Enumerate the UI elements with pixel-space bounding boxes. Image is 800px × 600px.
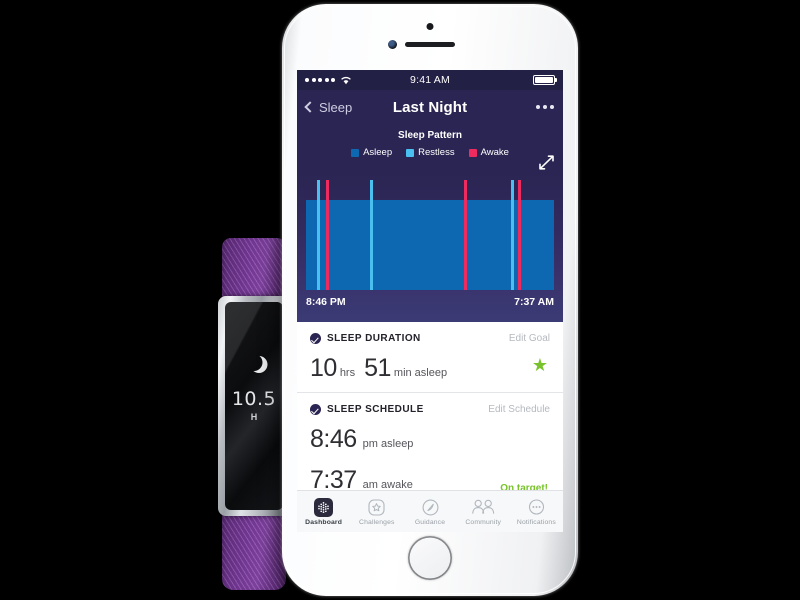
proximity-sensor-icon [426,23,434,30]
legend-swatch-asleep [351,148,360,157]
moon-icon [246,354,263,371]
tab-challenges-label: Challenges [359,519,395,526]
legend-item-awake: Awake [468,147,509,158]
home-button[interactable] [408,536,452,580]
front-camera-icon [388,40,397,49]
nav-bar: Sleep Last Night [297,90,563,124]
check-circle-icon [310,404,321,415]
check-circle-icon [310,333,321,344]
sleep-schedule-title: SLEEP SCHEDULE [327,404,424,415]
sleep-duration-minutes-unit: min asleep [393,367,448,379]
sleep-duration-hours-unit: hrs [339,367,356,379]
chart-legend: Asleep Restless Awake [297,147,563,158]
battery-full-icon [533,75,555,85]
tab-guidance-label: Guidance [414,519,446,526]
chart-plot-area[interactable] [305,180,555,290]
tab-dashboard[interactable]: Dashboard [297,497,350,526]
phone-screen: 9:41 AM Sleep Last Night Sleep Pattern A… [297,70,563,532]
sleep-duration-hours: 10 [310,354,337,382]
chart-bar-awake-0 [326,180,330,290]
tab-challenges[interactable]: Challenges [350,497,403,526]
chart-axis-labels: 8:46 PM 7:37 AM [306,296,554,308]
status-bar: 9:41 AM [297,70,563,90]
chat-bubble-icon [510,497,563,517]
sleep-schedule-title-group: SLEEP SCHEDULE [310,404,424,415]
expand-diagonal-icon[interactable] [538,154,555,171]
people-icon [457,497,510,517]
tab-community[interactable]: Community [457,497,510,526]
tracker-display[interactable]: 10.5 H [225,302,283,510]
page-title: Last Night [392,98,468,116]
sleep-duration-card: SLEEP DURATION Edit Goal 10 hrs 51 min a… [297,322,563,393]
chart-start-time: 8:46 PM [306,296,346,308]
legend-swatch-restless [406,148,415,157]
more-dots-icon[interactable] [536,105,554,109]
tracker-sleep-value: 10.5 [231,388,277,410]
chart-bar-restless-0 [317,180,320,290]
chart-bar-awake-1 [463,180,467,290]
compass-leaf-icon [403,497,456,517]
chart-bar-awake-2 [517,180,521,290]
tracker-sleep-unit: H [250,412,258,422]
edit-goal-button[interactable]: Edit Goal [509,333,550,344]
chart-end-time: 7:37 AM [514,296,554,308]
tab-bar: Dashboard Challenges Guidance Community … [297,490,563,532]
screenshot-root: 10.5 H 9:41 AM Sleep Last Night Sleep Pa… [0,0,800,600]
sleep-schedule-header: SLEEP SCHEDULE Edit Schedule [310,404,550,415]
chart-title: Sleep Pattern [398,130,462,141]
star-badge-icon [350,497,403,517]
tab-guidance[interactable]: Guidance [403,497,456,526]
tracker-body: 10.5 H [218,296,290,516]
bedtime-value: 8:46 [310,425,357,453]
sleep-duration-title: SLEEP DURATION [327,333,421,344]
tab-notifications-label-community: Community [465,519,502,526]
legend-item-asleep: Asleep [351,147,392,158]
legend-item-restless: Restless [406,147,455,158]
tab-notifications-label: Notifications [516,519,556,526]
sleep-duration-header: SLEEP DURATION Edit Goal [310,333,550,344]
edit-schedule-button[interactable]: Edit Schedule [488,404,550,415]
legend-swatch-awake [468,148,477,157]
legend-label-restless: Restless [418,147,455,158]
sleep-duration-value-row: 10 hrs 51 min asleep ★ [310,354,550,383]
earpiece-speaker [405,42,455,47]
sleep-duration-minutes: 51 [364,354,391,382]
sleep-duration-title-group: SLEEP DURATION [310,333,421,344]
dashboard-grid-icon [297,497,350,517]
bedtime-unit: pm asleep [362,438,414,450]
legend-label-asleep: Asleep [363,147,393,158]
star-icon: ★ [531,355,548,375]
tab-dashboard-label: Dashboard [305,519,343,526]
chart-bar-restless-1 [370,180,373,290]
sleep-pattern-chart: Sleep Pattern Asleep Restless Awake 8:46… [297,124,563,322]
fitness-tracker: 10.5 H [218,238,290,590]
bedtime-row: 8:46 pm asleep [310,425,550,454]
chart-bar-restless-2 [511,180,514,290]
legend-label-awake: Awake [480,147,509,158]
iphone-device: 9:41 AM Sleep Last Night Sleep Pattern A… [282,4,578,596]
status-time: 9:41 AM [410,74,450,86]
tab-notifications[interactable]: Notifications [510,497,563,526]
